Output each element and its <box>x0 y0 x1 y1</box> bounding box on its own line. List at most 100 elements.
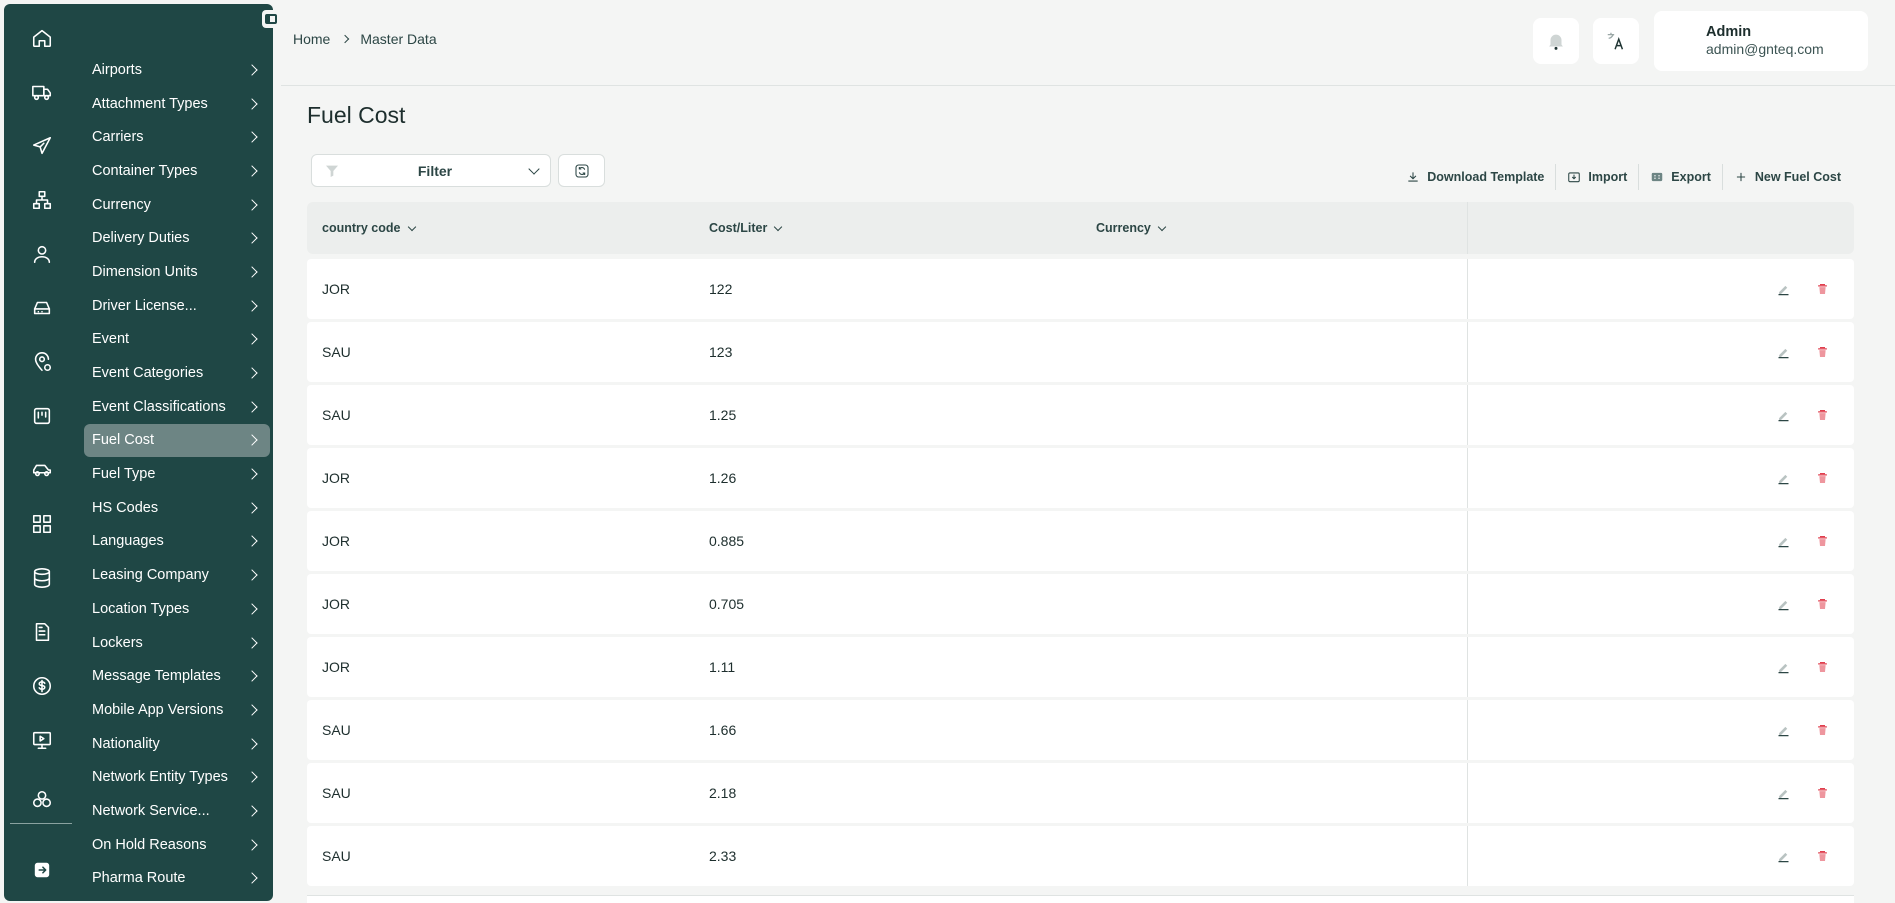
sidebar-item-event-categories[interactable]: Event Categories <box>84 356 270 390</box>
table-row[interactable]: JOR 1.26 <box>307 448 1854 508</box>
sidebar-item-event-classifications[interactable]: Event Classifications <box>84 390 270 424</box>
new-fuel-cost-label: New Fuel Cost <box>1754 170 1841 184</box>
trash-icon[interactable] <box>1815 660 1830 675</box>
cell-country-code: JOR <box>322 533 350 549</box>
chevron-right-icon <box>246 401 258 413</box>
sidebar-item-delivery-duties[interactable]: Delivery Duties <box>84 221 270 255</box>
table-row[interactable]: SAU 1.25 <box>307 385 1854 445</box>
sidebar-item-mobile-app-versions[interactable]: Mobile App Versions <box>84 693 270 727</box>
sidebar-item-hs-codes[interactable]: HS Codes <box>84 491 270 525</box>
trash-icon[interactable] <box>1815 849 1830 864</box>
breadcrumb-master-data[interactable]: Master Data <box>360 31 436 47</box>
truck-icon[interactable] <box>28 78 56 106</box>
edit-pencil-icon[interactable] <box>1776 282 1791 297</box>
car-icon[interactable] <box>28 456 56 484</box>
column-header-cost-per-liter[interactable]: Cost/Liter <box>709 221 783 235</box>
import-button[interactable]: Import <box>1556 164 1638 190</box>
sidebar-item-fuel-cost[interactable]: Fuel Cost <box>84 423 270 458</box>
language-button[interactable] <box>1593 18 1639 64</box>
sidebar-item-fuel-type[interactable]: Fuel Type <box>84 457 270 491</box>
table-row[interactable]: JOR 1.11 <box>307 637 1854 697</box>
presentation-icon[interactable] <box>28 726 56 754</box>
breadcrumb-home[interactable]: Home <box>293 31 330 47</box>
trash-icon[interactable] <box>1815 534 1830 549</box>
chevron-right-icon <box>246 468 258 480</box>
edit-pencil-icon[interactable] <box>1776 660 1791 675</box>
trash-icon[interactable] <box>1815 471 1830 486</box>
column-divider <box>1467 202 1468 254</box>
edit-pencil-icon[interactable] <box>1776 534 1791 549</box>
sidebar-item-message-templates[interactable]: Message Templates <box>84 659 270 693</box>
sidebar-item-container-types[interactable]: Container Types <box>84 154 270 188</box>
table-row[interactable]: SAU 1.66 <box>307 700 1854 760</box>
trash-icon[interactable] <box>1815 345 1830 360</box>
download-icon <box>1408 172 1418 182</box>
edit-pencil-icon[interactable] <box>1776 471 1791 486</box>
sidebar-item-lockers[interactable]: Lockers <box>84 626 270 660</box>
edit-pencil-icon[interactable] <box>1776 408 1791 423</box>
org-chart-icon[interactable] <box>28 186 56 214</box>
sidebar-item-event[interactable]: Event <box>84 323 270 357</box>
refresh-button[interactable] <box>558 154 605 187</box>
edit-pencil-icon[interactable] <box>1776 849 1791 864</box>
sidebar-item-languages[interactable]: Languages <box>84 525 270 559</box>
table-row[interactable]: SAU 2.33 <box>307 826 1854 886</box>
inbox-icon[interactable] <box>28 294 56 322</box>
kanban-icon[interactable] <box>28 402 56 430</box>
sidebar-item-currency[interactable]: Currency <box>84 188 270 222</box>
table-row[interactable]: JOR 0.705 <box>307 574 1854 634</box>
chevron-right-icon <box>246 636 258 649</box>
trash-icon[interactable] <box>1815 282 1830 297</box>
document-list-icon[interactable] <box>28 618 56 646</box>
sidebar-item-attachment-types[interactable]: Attachment Types <box>84 87 270 121</box>
sidebar-collapse-toggle[interactable] <box>262 10 280 28</box>
trash-icon[interactable] <box>1815 723 1830 738</box>
trash-icon[interactable] <box>1815 786 1830 801</box>
sidebar-item-dimension-units[interactable]: Dimension Units <box>84 255 270 289</box>
sidebar-item-driver-license[interactable]: Driver License... <box>84 289 270 323</box>
edit-pencil-icon[interactable] <box>1776 723 1791 738</box>
filter-dropdown[interactable]: Filter <box>311 154 551 187</box>
trash-icon[interactable] <box>1815 597 1830 612</box>
edit-pencil-icon[interactable] <box>1776 345 1791 360</box>
sidebar-item-network-service[interactable]: Network Service... <box>84 794 270 828</box>
sidebar-item-airports[interactable]: Airports <box>84 53 270 87</box>
table-row[interactable]: SAU 2.18 <box>307 763 1854 823</box>
table-row[interactable]: JOR 122 <box>307 259 1854 319</box>
logout-icon[interactable] <box>28 856 56 884</box>
location-settings-icon[interactable] <box>28 348 56 376</box>
table-row[interactable]: SAU 123 <box>307 322 1854 382</box>
home-icon[interactable] <box>28 24 56 52</box>
sidebar-item-location-types[interactable]: Location Types <box>84 592 270 626</box>
edit-pencil-icon[interactable] <box>1776 597 1791 612</box>
sidebar-item-pharma-route[interactable]: Pharma Route <box>84 862 270 896</box>
plane-icon[interactable] <box>28 132 56 160</box>
panel-icon <box>265 14 277 24</box>
user-profile-card[interactable]: Admin admin@gnteq.com <box>1654 11 1868 71</box>
new-fuel-cost-button[interactable]: New Fuel Cost <box>1723 164 1852 190</box>
chevron-right-icon <box>246 367 258 379</box>
column-header-country-code[interactable]: country code <box>322 221 416 235</box>
download-template-button[interactable]: Download Template <box>1395 164 1555 190</box>
table-row[interactable]: JOR 0.885 <box>307 511 1854 571</box>
edit-pencil-icon[interactable] <box>1776 786 1791 801</box>
network-nodes-icon[interactable] <box>28 786 56 814</box>
trash-icon[interactable] <box>1815 408 1830 423</box>
sidebar-item-carriers[interactable]: Carriers <box>84 120 270 154</box>
refresh-icon <box>574 163 589 178</box>
sidebar-item-leasing-company[interactable]: Leasing Company <box>84 558 270 592</box>
sidebar-item-label: Leasing Company <box>92 567 209 584</box>
row-actions <box>1776 471 1830 486</box>
sidebar-item-nationality[interactable]: Nationality <box>84 727 270 761</box>
user-icon[interactable] <box>28 240 56 268</box>
database-icon[interactable] <box>28 564 56 592</box>
sidebar-item-on-hold-reasons[interactable]: On Hold Reasons <box>84 828 270 862</box>
notifications-button[interactable] <box>1533 18 1579 64</box>
dashboard-grid-icon[interactable] <box>28 510 56 538</box>
table-footer <box>307 895 1854 903</box>
row-actions <box>1776 849 1830 864</box>
dollar-icon[interactable] <box>28 672 56 700</box>
sidebar-item-network-entity-types[interactable]: Network Entity Types <box>84 760 270 794</box>
column-header-currency[interactable]: Currency <box>1096 221 1167 235</box>
export-button[interactable]: Export <box>1639 164 1722 190</box>
